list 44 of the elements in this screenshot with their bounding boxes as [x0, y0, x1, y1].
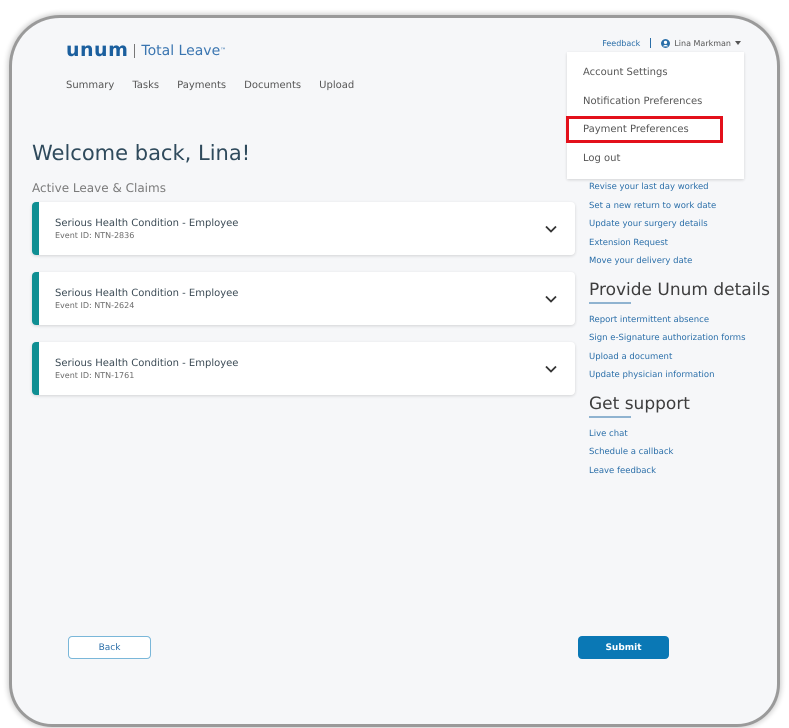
- chevron-down-icon[interactable]: [545, 294, 557, 302]
- claim-title: Serious Health Condition - Employee: [55, 358, 238, 368]
- sidebar-link[interactable]: Sign e-Signature authorization forms: [589, 332, 746, 344]
- section-title: Active Leave & Claims: [32, 181, 167, 195]
- event-id: Event ID: NTN-2624: [55, 300, 134, 310]
- sidebar-link[interactable]: Live chat: [589, 428, 628, 440]
- claim-card[interactable]: Serious Health Condition - Employee Event ID: NTN-2624: [32, 272, 575, 325]
- event-id: Event ID: NTN-1761: [55, 370, 134, 380]
- user-icon: [661, 38, 670, 48]
- sidebar-link[interactable]: Update physician information: [589, 369, 714, 382]
- welcome-heading: Welcome back, Lina!: [32, 141, 252, 165]
- nav-tab[interactable]: Upload: [319, 80, 354, 91]
- back-button[interactable]: Back: [68, 636, 151, 659]
- claim-title: Serious Health Condition - Employee: [55, 288, 238, 298]
- section-heading: Provide Unum details: [589, 280, 771, 300]
- sidebar-link[interactable]: Update your surgery details: [589, 218, 708, 230]
- feedback-link[interactable]: Feedback: [602, 38, 640, 48]
- submit-button[interactable]: Submit: [578, 636, 669, 659]
- chevron-down-icon[interactable]: [545, 224, 557, 232]
- user-menu-button[interactable]: Lina Markman: [661, 38, 741, 48]
- sidebar-link[interactable]: Revise your last day worked: [589, 181, 709, 194]
- claim-card[interactable]: Serious Health Condition - Employee Event ID: NTN-2836: [32, 202, 575, 255]
- sidebar-link[interactable]: Extension Request: [589, 236, 668, 249]
- nav-tab[interactable]: Tasks: [132, 80, 160, 91]
- nav-tab[interactable]: Summary: [66, 80, 114, 91]
- section-heading: Get support: [589, 394, 691, 414]
- sidebar-link[interactable]: Upload a document: [589, 350, 672, 363]
- chevron-down-icon[interactable]: [545, 364, 557, 372]
- menu-item[interactable]: Notification Preferences: [566, 88, 723, 115]
- sidebar-link[interactable]: Report intermittent absence: [589, 314, 710, 326]
- sidebar-link[interactable]: Schedule a callback: [589, 446, 674, 458]
- nav-tab[interactable]: Payments: [177, 80, 226, 91]
- claim-title: Serious Health Condition - Employee: [55, 218, 238, 228]
- event-id: Event ID: NTN-2836: [55, 230, 134, 240]
- menu-item[interactable]: Payment Preferences: [566, 116, 723, 144]
- sidebar-link[interactable]: Leave feedback: [589, 464, 656, 477]
- nav-tab[interactable]: Documents: [244, 80, 302, 91]
- menu-item[interactable]: Log out: [566, 145, 723, 172]
- caret-down-icon: [735, 41, 741, 45]
- sidebar-link[interactable]: Move your delivery date: [589, 255, 692, 268]
- brand-logo: unum: [66, 40, 128, 60]
- menu-item[interactable]: Account Settings: [566, 58, 723, 86]
- sidebar-link[interactable]: Set a new return to work date: [589, 200, 716, 212]
- claim-card[interactable]: Serious Health Condition - Employee Event ID: NTN-1761: [32, 342, 575, 395]
